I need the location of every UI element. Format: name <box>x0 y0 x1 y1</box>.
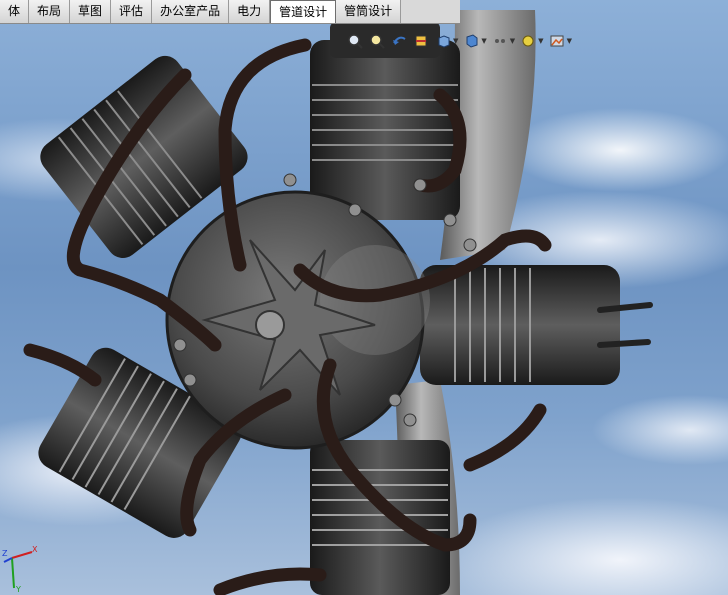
zoom-to-fit-icon[interactable] <box>346 32 364 50</box>
section-view-icon[interactable] <box>412 32 430 50</box>
cylinder-bottom <box>310 440 450 595</box>
tab-electrical[interactable]: 电力 <box>229 0 271 23</box>
display-style-icon[interactable] <box>462 32 480 50</box>
hide-show-icon[interactable] <box>491 32 509 50</box>
z-axis-icon <box>3 557 13 563</box>
view-orientation-caret-icon[interactable]: ▼ <box>453 37 458 45</box>
cylinder-right <box>420 265 653 385</box>
x-axis-icon <box>11 551 33 559</box>
scene-icon[interactable] <box>548 32 566 50</box>
z-axis-label: Z <box>2 549 8 558</box>
heads-up-view-toolbar: ▼ ▼ ▼ ▼ ▼ <box>346 28 608 54</box>
previous-view-icon[interactable] <box>390 32 408 50</box>
y-axis-label: Y <box>15 585 21 594</box>
command-manager-tabs: 体 布局 草图 评估 办公室产品 电力 管道设计 管筒设计 <box>0 0 460 24</box>
y-axis-icon <box>11 557 15 589</box>
tab-sketch[interactable]: 草图 <box>70 0 112 23</box>
tab-tubing-design[interactable]: 管筒设计 <box>336 0 402 23</box>
tab-body[interactable]: 体 <box>0 0 30 23</box>
crankcase <box>165 190 430 450</box>
scene-caret-icon[interactable]: ▼ <box>567 37 572 45</box>
edit-appearance-caret-icon[interactable]: ▼ <box>538 37 543 45</box>
hide-show-caret-icon[interactable]: ▼ <box>510 37 515 45</box>
graphics-viewport[interactable] <box>0 0 728 595</box>
display-style-caret-icon[interactable]: ▼ <box>481 37 486 45</box>
tab-piping-design[interactable]: 管道设计 <box>270 0 337 23</box>
view-orientation-icon[interactable] <box>434 32 452 50</box>
tab-layout[interactable]: 布局 <box>29 0 71 23</box>
x-axis-label: X <box>32 545 38 554</box>
zoom-area-icon[interactable] <box>368 32 386 50</box>
radial-engine-model[interactable] <box>0 0 728 595</box>
edit-appearance-icon[interactable] <box>519 32 537 50</box>
tab-evaluate[interactable]: 评估 <box>111 0 153 23</box>
tab-office-products[interactable]: 办公室产品 <box>152 0 230 23</box>
coordinate-triad: X Y Z <box>2 545 38 594</box>
